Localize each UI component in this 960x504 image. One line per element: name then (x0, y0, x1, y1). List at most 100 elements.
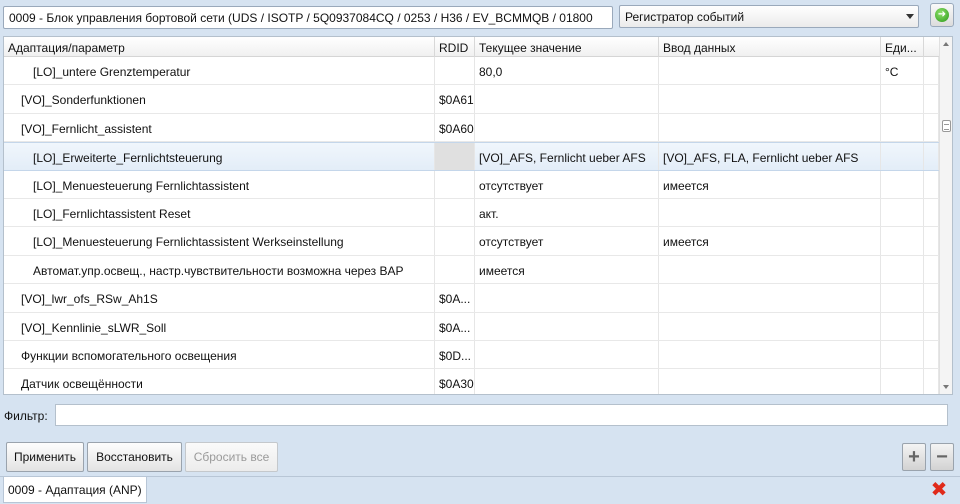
rdid-cell (435, 57, 475, 85)
data-input-cell[interactable] (659, 284, 881, 312)
restore-button[interactable]: Восстановить (87, 442, 182, 472)
filler-cell (924, 57, 939, 85)
rdid-cell (435, 170, 475, 198)
table-row[interactable]: [LO]_Menuesteuerung Fernlichtassistent от… (4, 170, 939, 199)
data-input-cell[interactable]: имеется (659, 227, 881, 255)
filler-cell (924, 312, 939, 340)
unit-cell (881, 170, 924, 198)
current-value-cell (475, 113, 659, 142)
current-value-cell (475, 284, 659, 312)
chevron-down-icon (906, 14, 914, 19)
data-input-cell[interactable] (659, 113, 881, 142)
unit-cell (881, 227, 924, 255)
status-tab-adaptation[interactable]: 0009 - Адаптация (ANP) (3, 477, 147, 503)
data-input-cell[interactable] (659, 341, 881, 369)
current-value-cell (475, 369, 659, 394)
unit-cell (881, 255, 924, 284)
filler-cell (924, 255, 939, 284)
param-cell: [VO]_Sonderfunktionen (4, 85, 435, 113)
data-input-cell[interactable] (659, 85, 881, 113)
table-row[interactable]: [VO]_Kennlinie_sLWR_Soll $0A... (4, 312, 939, 341)
param-cell: [VO]_Kennlinie_sLWR_Soll (4, 312, 435, 340)
unit-cell (881, 284, 924, 312)
param-cell: [LO]_Erweiterte_Fernlichtsteuerung (4, 143, 435, 170)
column-header-parameter[interactable]: Адаптация/параметр (4, 37, 435, 57)
current-value-cell (475, 341, 659, 369)
ecu-title-field[interactable]: 0009 - Блок управления бортовой сети (UD… (3, 6, 613, 29)
go-button[interactable]: ➜ (930, 3, 954, 27)
minus-icon[interactable]: − (930, 443, 954, 471)
table-row[interactable]: Датчик освещённости $0A30 (4, 369, 939, 394)
filler-cell (924, 227, 939, 255)
column-header-unit[interactable]: Еди... (881, 37, 924, 57)
param-cell: [LO]_Menuesteuerung Fernlichtassistent W… (4, 227, 435, 255)
table-row[interactable]: Функции вспомогательного освещения $0D... (4, 341, 939, 370)
filler-cell (924, 199, 939, 227)
plus-icon[interactable]: + (902, 443, 926, 471)
table-row[interactable]: [LO]_Menuesteuerung Fernlichtassistent W… (4, 227, 939, 256)
data-input-cell[interactable] (659, 369, 881, 394)
rdid-cell: $0A... (435, 284, 475, 312)
current-value-cell: имеется (475, 255, 659, 284)
param-cell: [LO]_Fernlichtassistent Reset (4, 199, 435, 227)
column-header-current-value[interactable]: Текущее значение (475, 37, 659, 57)
param-cell: [VO]_lwr_ofs_RSw_Ah1S (4, 284, 435, 312)
topbar: 0009 - Блок управления бортовой сети (UD… (0, 0, 960, 34)
scroll-thumb[interactable] (942, 120, 951, 132)
mode-dropdown-value: Регистратор событий (625, 10, 745, 24)
scroll-down-icon[interactable] (943, 385, 949, 389)
table-row[interactable]: [VO]_Fernlicht_assistent $0A60 (4, 113, 939, 143)
param-cell: Датчик освещённости (4, 369, 435, 394)
filter-label: Фильтр: (4, 409, 48, 423)
data-input-cell[interactable] (659, 57, 881, 85)
data-input-cell[interactable]: имеется (659, 170, 881, 198)
unit-cell (881, 312, 924, 340)
unit-cell: °C (881, 57, 924, 85)
data-input-cell[interactable]: [VO]_AFS, FLA, Fernlicht ueber AFS (659, 143, 881, 170)
data-input-cell[interactable] (659, 312, 881, 340)
current-value-cell (475, 312, 659, 340)
table-row[interactable]: [VO]_Sonderfunktionen $0A61 (4, 85, 939, 114)
data-input-cell[interactable] (659, 255, 881, 284)
unit-cell (881, 369, 924, 394)
data-input-cell[interactable] (659, 199, 881, 227)
mode-dropdown[interactable]: Регистратор событий (619, 5, 919, 28)
unit-cell (881, 113, 924, 142)
current-value-cell: 80,0 (475, 57, 659, 85)
column-header-data-input[interactable]: Ввод данных (659, 37, 881, 57)
rdid-cell (435, 199, 475, 227)
table-row[interactable]: [LO]_Fernlichtassistent Reset акт. (4, 199, 939, 228)
red-x-icon[interactable]: ✖ (929, 480, 949, 500)
filler-cell (924, 284, 939, 312)
unit-cell (881, 143, 924, 170)
table-row[interactable]: Автомат.упр.освещ., настр.чувствительнос… (4, 255, 939, 285)
filler-cell (924, 341, 939, 369)
param-cell: Автомат.упр.освещ., настр.чувствительнос… (4, 255, 435, 284)
param-cell: Функции вспомогательного освещения (4, 341, 435, 369)
current-value-cell: [VO]_AFS, Fernlicht ueber AFS (475, 143, 659, 170)
apply-button[interactable]: Применить (6, 442, 84, 472)
table-row[interactable]: [LO]_untere Grenztemperatur 80,0 °C (4, 57, 939, 86)
rdid-cell: $0A61 (435, 85, 475, 113)
vertical-scrollbar[interactable] (939, 37, 952, 394)
filler-cell (924, 85, 939, 113)
current-value-cell: отсутствует (475, 170, 659, 198)
table-row[interactable]: [VO]_lwr_ofs_RSw_Ah1S $0A... (4, 284, 939, 313)
column-header-rdid[interactable]: RDID (435, 37, 475, 57)
scroll-up-icon[interactable] (943, 42, 949, 46)
filler-cell (924, 113, 939, 142)
table-row[interactable]: [LO]_Erweiterte_Fernlichtsteuerung [VO]_A… (4, 142, 939, 171)
unit-cell (881, 199, 924, 227)
unit-cell (881, 85, 924, 113)
rdid-cell: $0A30 (435, 369, 475, 394)
param-cell: [VO]_Fernlicht_assistent (4, 113, 435, 142)
rdid-cell: $0A60 (435, 113, 475, 142)
reset-all-button[interactable]: Сбросить все (185, 442, 278, 472)
filter-input[interactable] (55, 404, 948, 426)
current-value-cell: отсутствует (475, 227, 659, 255)
unit-cell (881, 341, 924, 369)
current-value-cell (475, 85, 659, 113)
rdid-cell (435, 143, 475, 170)
filler-cell (924, 369, 939, 394)
filler-cell (924, 143, 939, 170)
